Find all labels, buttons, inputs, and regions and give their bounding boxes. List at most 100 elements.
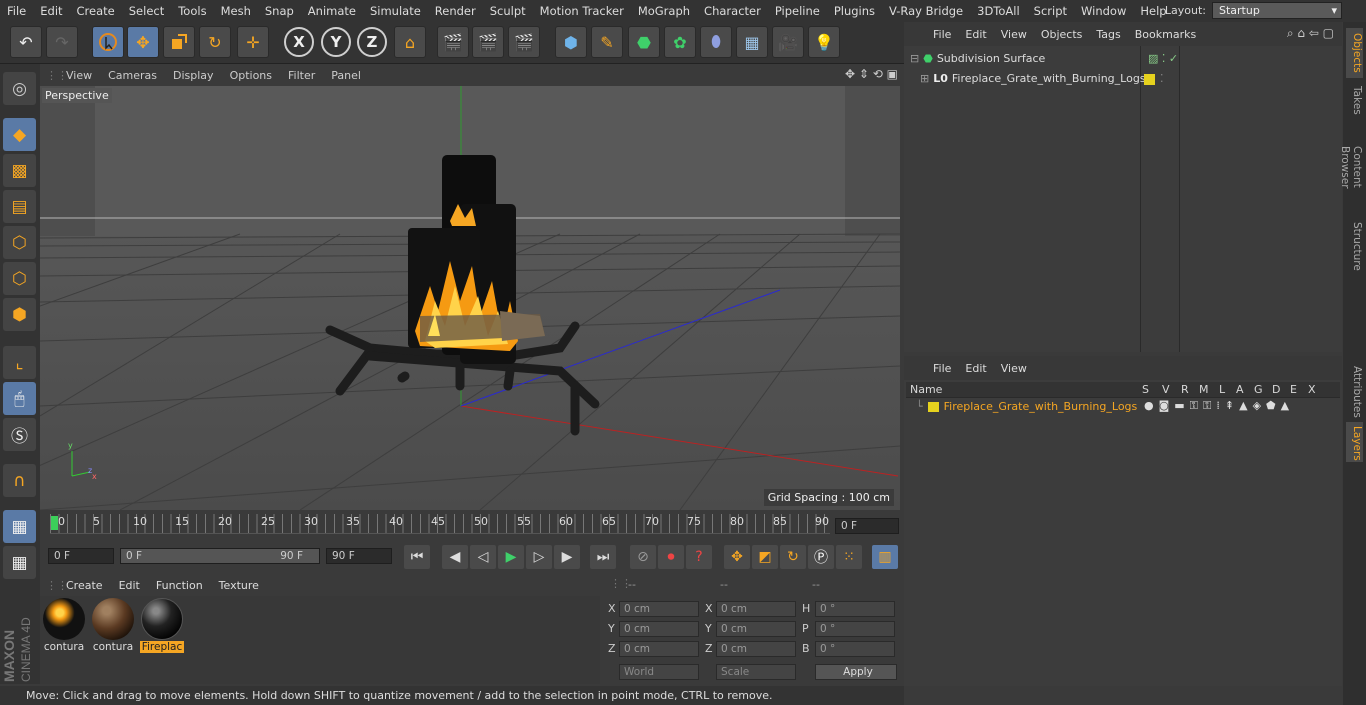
tab-attributes[interactable]: Attributes: [1346, 362, 1363, 422]
om-menu-file[interactable]: File: [926, 28, 958, 41]
key-position-icon[interactable]: ✥: [724, 545, 750, 569]
pos-x-field[interactable]: 0 cm: [619, 601, 699, 617]
redo-icon[interactable]: ↷: [46, 26, 78, 58]
viewport-menu-filter[interactable]: Filter: [280, 69, 323, 82]
workplane-lock-icon[interactable]: ▦: [3, 510, 36, 543]
viewport-perspective[interactable]: y z x Grid Spacing : 100 cm: [40, 86, 900, 510]
om-menu-objects[interactable]: Objects: [1034, 28, 1090, 41]
menu-snap[interactable]: Snap: [258, 0, 301, 22]
undo-icon[interactable]: ↶: [10, 26, 42, 58]
range-slider[interactable]: 0 F 90 F: [120, 548, 320, 564]
live-selection-icon[interactable]: [92, 26, 124, 58]
coordinate-system-icon[interactable]: ⌂: [394, 26, 426, 58]
material-item-selected[interactable]: Fireplac: [140, 598, 184, 653]
viewport-menu-view[interactable]: View: [58, 69, 100, 82]
menu-render[interactable]: Render: [428, 0, 483, 22]
points-mode-icon[interactable]: ⬡: [3, 226, 36, 259]
rot-p-field[interactable]: 0 °: [815, 621, 895, 637]
lm-menu-file[interactable]: File: [926, 362, 958, 375]
tweak-mode-icon[interactable]: 🖱: [3, 382, 36, 415]
transform-tool-icon[interactable]: ✛: [237, 26, 269, 58]
render-settings-icon[interactable]: 🎬: [508, 26, 540, 58]
snap-magnet-icon[interactable]: ∩: [3, 464, 36, 497]
material-menu-edit[interactable]: Edit: [111, 579, 148, 592]
menu-simulate[interactable]: Simulate: [363, 0, 428, 22]
light-icon[interactable]: 💡: [808, 26, 840, 58]
om-nav-icons[interactable]: ⌕ ⌂ ⇦ ▢: [1287, 26, 1334, 41]
om-menu-bookmarks[interactable]: Bookmarks: [1128, 28, 1203, 41]
tab-objects[interactable]: Objects: [1346, 28, 1363, 78]
menu-motion-tracker[interactable]: Motion Tracker: [533, 0, 631, 22]
object-row[interactable]: ⊞ L0 Fireplace_Grate_with_Burning_Logs: [920, 72, 1146, 85]
z-axis-lock-icon[interactable]: Z: [357, 27, 387, 57]
move-tool-icon[interactable]: ✥: [127, 26, 159, 58]
go-to-end-icon[interactable]: ⏭: [590, 545, 616, 569]
om-menu-view[interactable]: View: [994, 28, 1034, 41]
viewport-menu-display[interactable]: Display: [165, 69, 222, 82]
size-x-field[interactable]: 0 cm: [716, 601, 796, 617]
rotate-tool-icon[interactable]: ↻: [199, 26, 231, 58]
viewport-menu-cameras[interactable]: Cameras: [100, 69, 165, 82]
workplane-snap-icon[interactable]: ▦: [3, 546, 36, 579]
record-keys-icon[interactable]: ⏺: [658, 545, 684, 569]
timeline-ruler[interactable]: 0 5 10 15 20 25 30 35 40 45 50 55 60 65 …: [40, 512, 902, 542]
menu-window[interactable]: Window: [1074, 0, 1133, 22]
deformer-icon[interactable]: ⬮: [700, 26, 732, 58]
om-menu-tags[interactable]: Tags: [1089, 28, 1127, 41]
camera-icon[interactable]: 🎥: [772, 26, 804, 58]
menu-script[interactable]: Script: [1027, 0, 1074, 22]
viewport-menu-options[interactable]: Options: [222, 69, 280, 82]
collapse-icon[interactable]: ⊟: [910, 52, 919, 65]
end-frame-field[interactable]: 90 F: [326, 548, 392, 564]
model-mode-icon[interactable]: ◆: [3, 118, 36, 151]
material-item[interactable]: contura: [42, 598, 86, 653]
material-menu-texture[interactable]: Texture: [211, 579, 267, 592]
pen-spline-icon[interactable]: ✎: [591, 26, 623, 58]
world-select[interactable]: World: [619, 664, 699, 680]
tab-takes[interactable]: Takes: [1346, 82, 1363, 118]
pos-y-field[interactable]: 0 cm: [619, 621, 699, 637]
start-frame-field[interactable]: 0 F: [48, 548, 114, 564]
menu-create[interactable]: Create: [70, 0, 122, 22]
edges-mode-icon[interactable]: ⬡: [3, 262, 36, 295]
key-parameter-icon[interactable]: Ⓟ: [808, 545, 834, 569]
texture-mode-icon[interactable]: ▩: [3, 154, 36, 187]
object-row[interactable]: ⊟ ⬣ Subdivision Surface: [910, 52, 1045, 65]
layout-select[interactable]: Startup: [1212, 2, 1342, 19]
subdivision-icon[interactable]: ⬣: [628, 26, 660, 58]
timeline-window-icon[interactable]: ▥: [872, 545, 898, 569]
menu-file[interactable]: File: [0, 0, 33, 22]
y-axis-lock-icon[interactable]: Y: [321, 27, 351, 57]
rot-b-field[interactable]: 0 °: [815, 641, 895, 657]
polygons-mode-icon[interactable]: ⬢: [3, 298, 36, 331]
previous-frame-icon[interactable]: ◁: [470, 545, 496, 569]
rot-h-field[interactable]: 0 °: [815, 601, 895, 617]
object-visibility-icon[interactable]: ▨ ⁚ ✓: [1148, 52, 1178, 65]
lm-menu-edit[interactable]: Edit: [958, 362, 993, 375]
go-to-start-icon[interactable]: ⏮: [404, 545, 430, 569]
apply-button[interactable]: Apply: [815, 664, 897, 680]
cube-icon[interactable]: ⬢: [555, 26, 587, 58]
menu-animate[interactable]: Animate: [301, 0, 363, 22]
menu-pipeline[interactable]: Pipeline: [768, 0, 827, 22]
current-frame-field[interactable]: 0 F: [835, 518, 899, 534]
size-z-field[interactable]: 0 cm: [716, 641, 796, 657]
make-editable-icon[interactable]: ◎: [3, 72, 36, 105]
next-key-icon[interactable]: ▶: [554, 545, 580, 569]
layer-row[interactable]: └ Fireplace_Grate_with_Burning_Logs: [916, 400, 1137, 413]
size-y-field[interactable]: 0 cm: [716, 621, 796, 637]
render-view-icon[interactable]: 🎬: [437, 26, 469, 58]
viewport-menu-panel[interactable]: Panel: [323, 69, 369, 82]
pos-z-field[interactable]: 0 cm: [619, 641, 699, 657]
menu-mograph[interactable]: MoGraph: [631, 0, 697, 22]
menu-character[interactable]: Character: [697, 0, 768, 22]
key-pla-icon[interactable]: ⁙: [836, 545, 862, 569]
tab-layers[interactable]: Layers: [1346, 422, 1363, 462]
expand-icon[interactable]: ⊞: [920, 72, 929, 85]
om-menu-edit[interactable]: Edit: [958, 28, 993, 41]
menu-edit[interactable]: Edit: [33, 0, 69, 22]
lm-menu-view[interactable]: View: [994, 362, 1034, 375]
floor-icon[interactable]: ▦: [736, 26, 768, 58]
keyframe-selection-icon[interactable]: ⊘: [630, 545, 656, 569]
key-scale-icon[interactable]: ◩: [752, 545, 778, 569]
